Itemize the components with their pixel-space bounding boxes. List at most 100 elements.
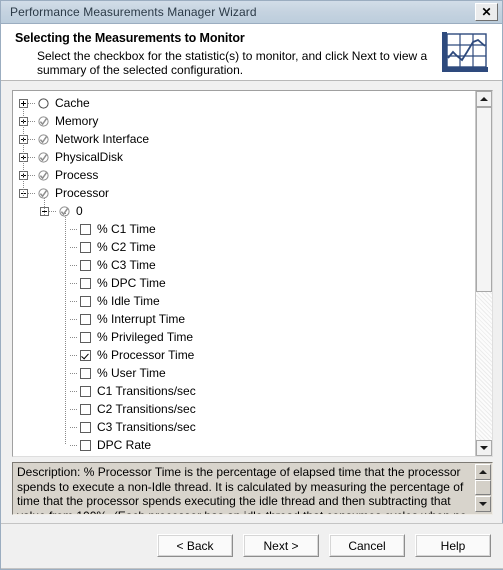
tree-connector-line bbox=[70, 264, 78, 266]
tree-connector-line bbox=[70, 228, 78, 230]
description-scrollbar[interactable] bbox=[475, 464, 491, 513]
next-button[interactable]: Next > bbox=[243, 534, 319, 557]
checkbox-unchecked[interactable] bbox=[80, 421, 91, 433]
scroll-down-icon[interactable] bbox=[476, 440, 492, 456]
close-icon[interactable]: ✕ bbox=[475, 3, 498, 21]
page-title: Selecting the Measurements to Monitor bbox=[15, 31, 245, 45]
circle-check-icon[interactable] bbox=[38, 187, 49, 199]
tree-node-label: % C2 Time bbox=[97, 240, 156, 254]
tree-node[interactable]: C1 Transitions/sec bbox=[13, 382, 475, 400]
checkbox-unchecked[interactable] bbox=[80, 403, 91, 415]
description-text: Description: % Processor Time is the per… bbox=[17, 465, 467, 514]
tree-node[interactable]: Network Interface bbox=[13, 130, 475, 148]
wizard-window: Performance Measurements Manager Wizard … bbox=[0, 0, 503, 570]
tree-node-label: 0 bbox=[76, 204, 83, 218]
description-scroll-down-icon[interactable] bbox=[475, 496, 491, 512]
tree-connector-line bbox=[28, 174, 36, 176]
tree-node-label: % Interrupt Time bbox=[97, 312, 186, 326]
tree-node[interactable]: % Idle Time bbox=[13, 292, 475, 310]
title-bar: Performance Measurements Manager Wizard … bbox=[1, 1, 502, 24]
footer-bar: < Back Next > Cancel Help bbox=[1, 524, 503, 569]
tree-node[interactable]: % Privileged Time bbox=[13, 328, 475, 346]
tree-node[interactable]: 0 bbox=[13, 202, 475, 220]
checkbox-unchecked[interactable] bbox=[80, 295, 91, 307]
tree-connector-line bbox=[70, 354, 78, 356]
circle-check-icon[interactable] bbox=[38, 133, 49, 145]
checkbox-unchecked[interactable] bbox=[80, 277, 91, 289]
circle-check-icon[interactable] bbox=[38, 115, 49, 127]
description-panel: Description: % Processor Time is the per… bbox=[12, 462, 493, 515]
checkbox-unchecked[interactable] bbox=[80, 439, 91, 451]
tree-guide-line bbox=[44, 198, 45, 216]
tree-node-label: % Privileged Time bbox=[97, 330, 194, 344]
tree-node[interactable]: C2 Transitions/sec bbox=[13, 400, 475, 418]
scroll-up-icon[interactable] bbox=[476, 91, 492, 107]
tree-connector-line bbox=[70, 300, 78, 302]
circle-check-icon[interactable] bbox=[38, 151, 49, 163]
tree-node-label: % Idle Time bbox=[97, 294, 160, 308]
tree-node-label: C1 Transitions/sec bbox=[97, 384, 196, 398]
tree-connector-line bbox=[28, 192, 36, 194]
tree-connector-line bbox=[70, 372, 78, 374]
tree-scroll-thumb[interactable] bbox=[476, 107, 492, 292]
tree-node-label: % Processor Time bbox=[97, 348, 195, 362]
tree-node[interactable]: Memory bbox=[13, 112, 475, 130]
measurements-tree-panel: Cache Memory Network Interface PhysicalDisk… bbox=[12, 90, 493, 457]
tree-node[interactable]: % C2 Time bbox=[13, 238, 475, 256]
tree-vertical-scrollbar[interactable] bbox=[475, 91, 492, 456]
checkbox-unchecked[interactable] bbox=[80, 313, 91, 325]
tree-node[interactable]: DPC Rate bbox=[13, 436, 475, 454]
tree-node[interactable]: % DPC Time bbox=[13, 274, 475, 292]
checkbox-checked[interactable] bbox=[80, 349, 91, 361]
tree-node[interactable]: % Processor Time bbox=[13, 346, 475, 364]
tree-node-label: Processor bbox=[55, 186, 110, 200]
checkbox-unchecked[interactable] bbox=[80, 259, 91, 271]
tree-guide-line bbox=[65, 211, 66, 445]
tree-connector-line bbox=[49, 210, 57, 212]
tree-connector-line bbox=[70, 336, 78, 338]
help-button[interactable]: Help bbox=[415, 534, 491, 557]
tree-node[interactable]: PhysicalDisk bbox=[13, 148, 475, 166]
tree-connector-line bbox=[70, 390, 78, 392]
tree-node-label: % DPC Time bbox=[97, 276, 166, 290]
tree-scroll-area: Cache Memory Network Interface PhysicalDisk… bbox=[13, 91, 475, 456]
circle-check-icon[interactable] bbox=[38, 169, 49, 181]
checkbox-unchecked[interactable] bbox=[80, 331, 91, 343]
tree-connector-line bbox=[70, 282, 78, 284]
page-subtitle: Select the checkbox for the statistic(s)… bbox=[37, 49, 428, 77]
tree-list: Cache Memory Network Interface PhysicalDisk… bbox=[13, 91, 475, 454]
tree-node[interactable]: Process bbox=[13, 166, 475, 184]
tree-connector-line bbox=[70, 408, 78, 410]
tree-connector-line bbox=[70, 246, 78, 248]
tree-node-label: Memory bbox=[55, 114, 99, 128]
tree-node[interactable]: % User Time bbox=[13, 364, 475, 382]
tree-node-label: PhysicalDisk bbox=[55, 150, 124, 164]
tree-node[interactable]: % C1 Time bbox=[13, 220, 475, 238]
tree-connector-line bbox=[28, 138, 36, 140]
tree-connector-line bbox=[28, 120, 36, 122]
description-scroll-up-icon[interactable] bbox=[475, 464, 491, 480]
tree-node[interactable]: C3 Transitions/sec bbox=[13, 418, 475, 436]
tree-connector-line bbox=[28, 102, 36, 104]
tree-node-label: % User Time bbox=[97, 366, 166, 380]
tree-node[interactable]: % Interrupt Time bbox=[13, 310, 475, 328]
checkbox-unchecked[interactable] bbox=[80, 385, 91, 397]
tree-connector-line bbox=[70, 444, 78, 446]
tree-node[interactable]: % C3 Time bbox=[13, 256, 475, 274]
window-title: Performance Measurements Manager Wizard bbox=[10, 5, 257, 19]
tree-node-label: Network Interface bbox=[55, 132, 150, 146]
back-button[interactable]: < Back bbox=[157, 534, 233, 557]
tree-node[interactable]: Processor bbox=[13, 184, 475, 202]
tree-connector-line bbox=[70, 426, 78, 428]
checkbox-unchecked[interactable] bbox=[80, 367, 91, 379]
cancel-button[interactable]: Cancel bbox=[329, 534, 405, 557]
checkbox-unchecked[interactable] bbox=[80, 223, 91, 235]
tree-node-label: DPC Rate bbox=[97, 438, 152, 452]
circle-empty-icon[interactable] bbox=[38, 97, 49, 109]
tree-node-label: Process bbox=[55, 168, 99, 182]
tree-guide-line bbox=[23, 107, 24, 197]
header-band: Selecting the Measurements to Monitor Se… bbox=[1, 24, 502, 81]
checkbox-unchecked[interactable] bbox=[80, 241, 91, 253]
description-scroll-thumb[interactable] bbox=[475, 480, 491, 495]
tree-node[interactable]: Cache bbox=[13, 94, 475, 112]
